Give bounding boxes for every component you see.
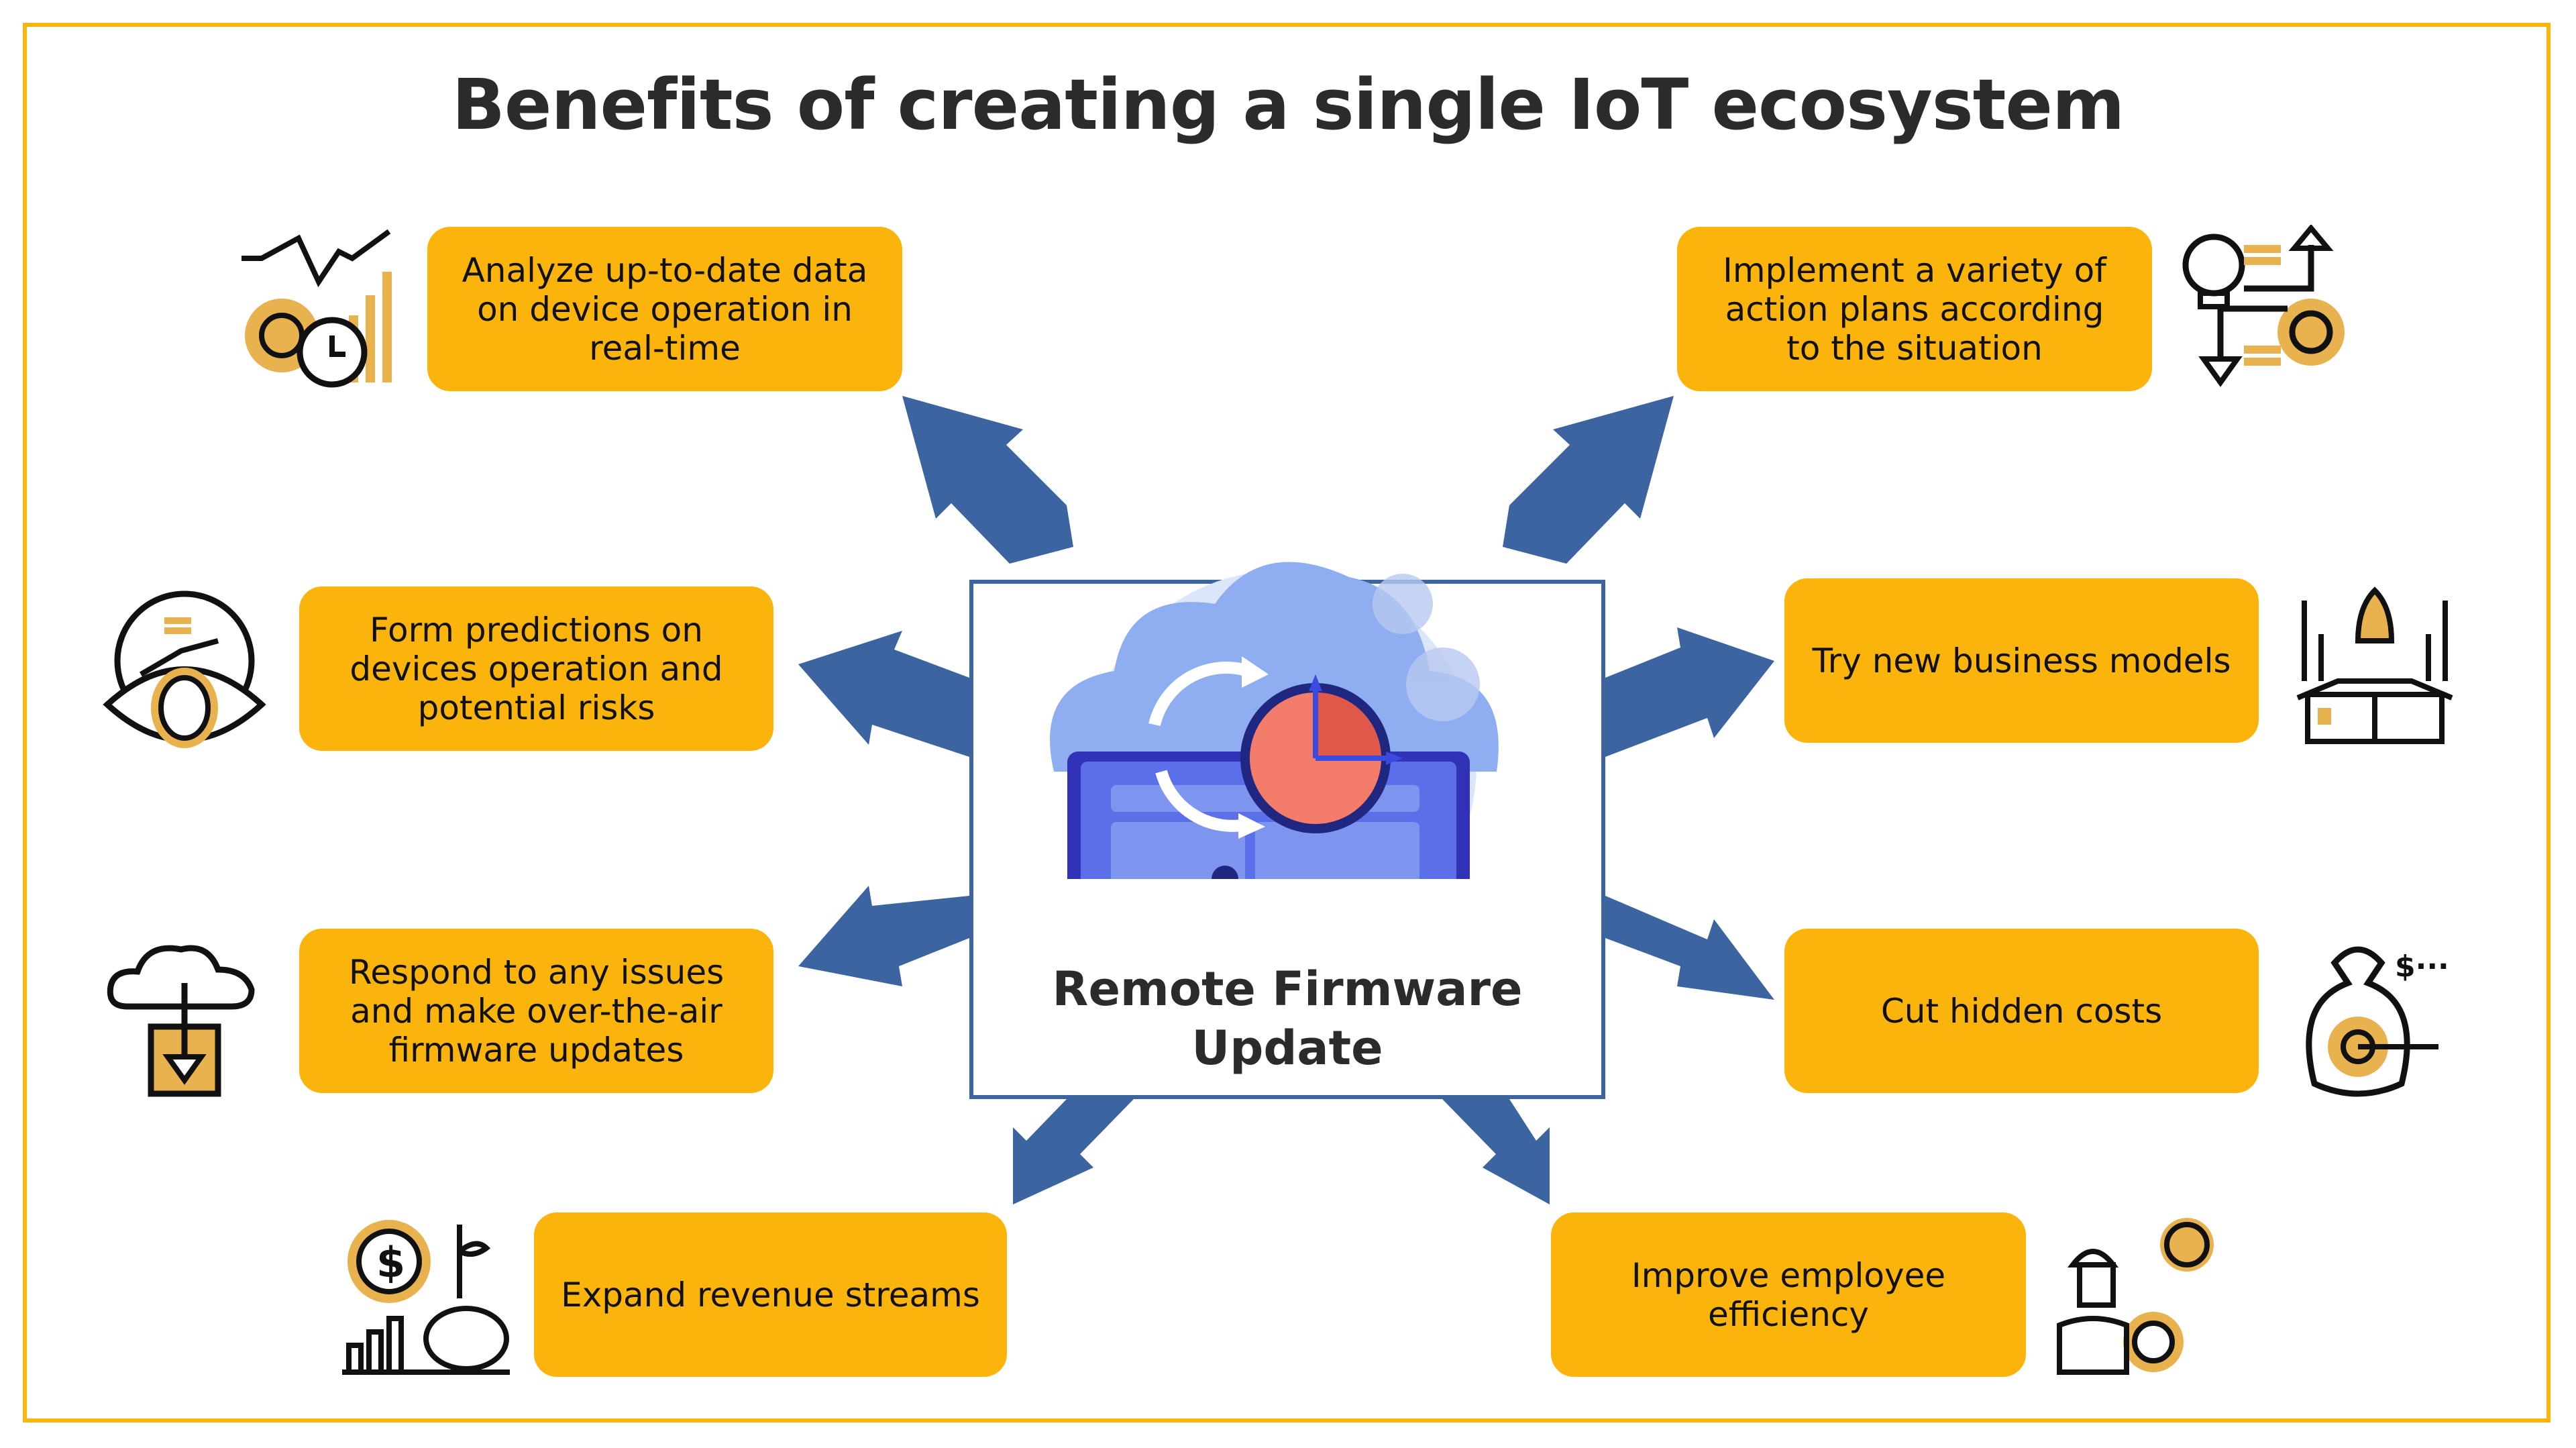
svg-text:$···: $··· [2395, 949, 2449, 984]
benefit-implement-plans: Implement a variety of action plans acco… [1677, 227, 2152, 391]
center-title: Remote Firmware Update [973, 960, 1601, 1078]
svg-text:$: $ [376, 1238, 405, 1287]
benefit-text: Improve employee efficiency [1631, 1255, 1946, 1334]
benefit-text: Form predictions on devices operation an… [350, 610, 723, 727]
benefit-text: Expand revenue streams [561, 1275, 980, 1314]
arrow-to-expand [1013, 1099, 1134, 1204]
benefit-form-predictions: Form predictions on devices operation an… [299, 586, 773, 751]
benefit-text: Respond to any issues and make over-the-… [348, 952, 724, 1070]
cloud-download-chip-icon [107, 945, 255, 1097]
arrow-to-respond [798, 886, 969, 986]
laptop-cloud-clock-illustration [1050, 562, 1499, 879]
worker-idea-icon [2057, 1218, 2214, 1375]
arrow-to-improve [1442, 1099, 1550, 1204]
benefit-employee-efficiency: Improve employee efficiency [1551, 1212, 2026, 1377]
center-title-line2: Update [1191, 1021, 1383, 1076]
benefit-text: Implement a variety of action plans acco… [1723, 250, 2106, 368]
benefit-cut-costs: Cut hidden costs [1784, 929, 2259, 1093]
benefit-text: Analyze up-to-date data on device operat… [462, 250, 868, 368]
arrow-to-form [798, 631, 969, 757]
arrow-to-try [1605, 627, 1774, 757]
analytics-gear-clock-icon [241, 229, 392, 388]
benefit-analyze-data: Analyze up-to-date data on device operat… [427, 227, 902, 391]
center-title-line1: Remote Firmware [1052, 962, 1523, 1017]
prediction-eye-icon [103, 590, 266, 748]
idea-action-plan-icon [2182, 225, 2345, 387]
piggy-bank-growth-icon: $ [342, 1220, 510, 1375]
arrow-to-cut [1605, 896, 1774, 1000]
rocket-startup-icon [2296, 586, 2453, 744]
money-bag-target-icon: $··· [2306, 946, 2449, 1097]
benefit-expand-revenue: Expand revenue streams [534, 1212, 1007, 1377]
benefit-text: Cut hidden costs [1880, 991, 2163, 1031]
center-box: Remote Firmware Update [969, 562, 1605, 1099]
benefit-text: Try new business models [1812, 641, 2231, 680]
benefit-respond-ota: Respond to any issues and make over-the-… [299, 929, 773, 1093]
benefit-new-business-models: Try new business models [1784, 578, 2259, 743]
